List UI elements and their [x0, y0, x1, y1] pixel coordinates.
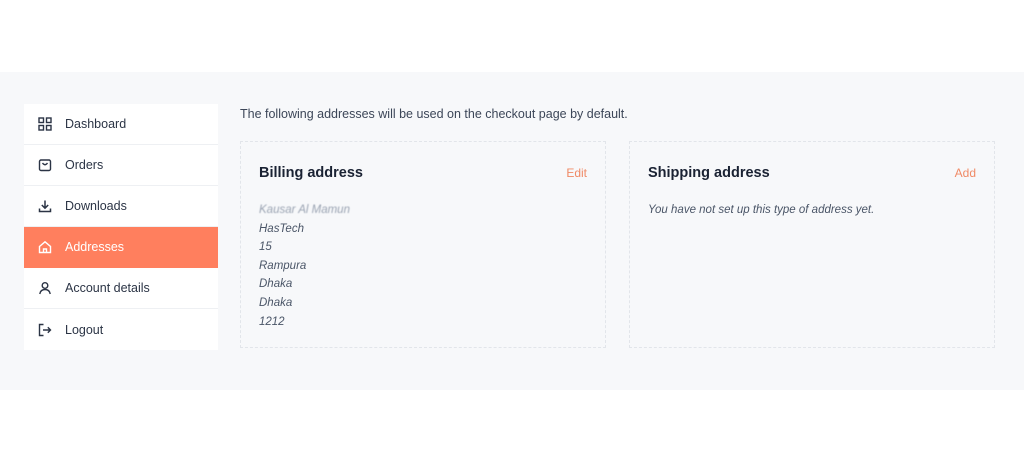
billing-address-lines: Kausar Al Mamun HasTech 15 Rampura Dhaka… [259, 201, 350, 331]
addresses-intro-text: The following addresses will be used on … [240, 107, 628, 121]
sidebar-item-orders[interactable]: Orders [24, 145, 218, 186]
address-line: Rampura [259, 259, 307, 272]
user-icon [38, 281, 52, 295]
sidebar-item-label: Addresses [65, 240, 125, 254]
shipping-address-title: Shipping address [648, 165, 770, 181]
logout-icon [38, 323, 52, 337]
sidebar-item-addresses[interactable]: Addresses [24, 227, 218, 268]
sidebar-item-label: Dashboard [65, 117, 127, 131]
edit-billing-link[interactable]: Edit [566, 166, 587, 180]
sidebar-item-dashboard[interactable]: Dashboard [24, 104, 218, 145]
shipping-address-card: Shipping address Add You have not set up… [629, 141, 995, 348]
address-line: 15 [259, 241, 272, 254]
sidebar-item-label: Logout [65, 322, 104, 337]
sidebar-item-logout[interactable]: Logout [24, 309, 218, 350]
sidebar-item-downloads[interactable]: Downloads [24, 186, 218, 227]
shipping-empty-message: You have not set up this type of address… [648, 204, 875, 216]
account-sidebar: Dashboard Orders Downloads Addresses Acc… [24, 104, 218, 350]
home-icon [38, 240, 52, 254]
address-line-name: Kausar Al Mamun [259, 204, 350, 216]
download-icon [38, 199, 52, 213]
address-line: Dhaka [259, 296, 293, 309]
address-line: 1212 [259, 315, 285, 328]
sidebar-item-label: Account details [65, 281, 150, 295]
shopping-bag-icon [38, 158, 52, 172]
sidebar-item-label: Orders [65, 158, 104, 172]
grid-icon [38, 117, 52, 131]
billing-address-card: Billing address Edit Kausar Al Mamun Has… [240, 141, 606, 348]
sidebar-item-label: Downloads [65, 199, 127, 213]
billing-address-title: Billing address [259, 165, 363, 181]
sidebar-item-account-details[interactable]: Account details [24, 268, 218, 309]
address-line: Dhaka [259, 278, 293, 291]
address-line: HasTech [259, 222, 304, 235]
add-shipping-link[interactable]: Add [955, 166, 976, 180]
